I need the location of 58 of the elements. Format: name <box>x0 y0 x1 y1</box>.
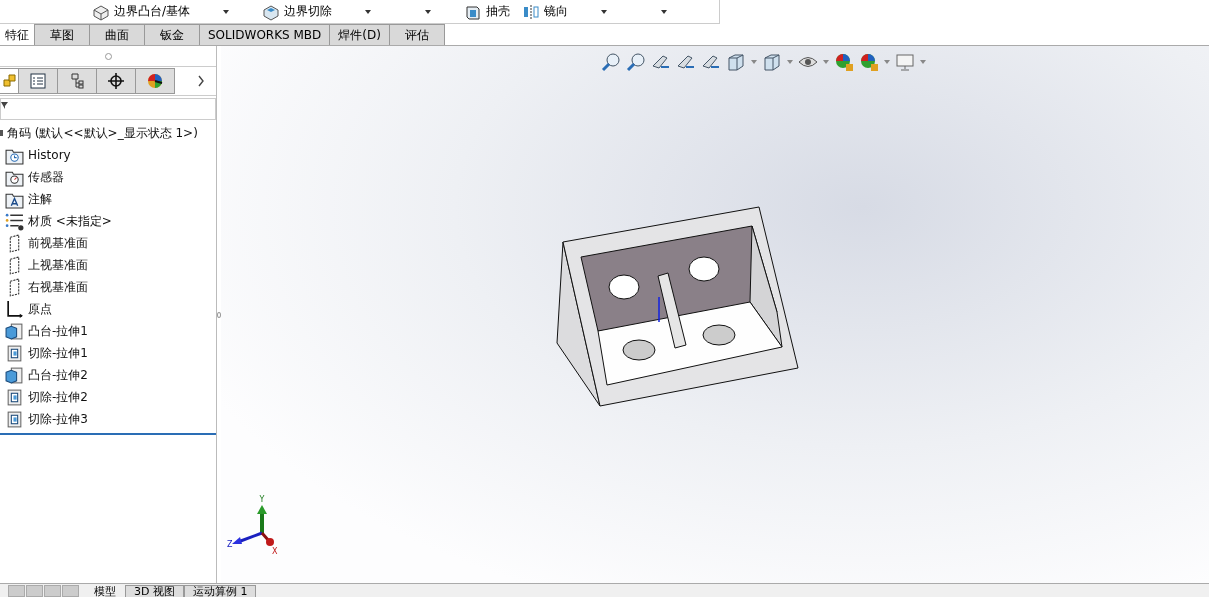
model-view-tab[interactable]: 运动算例 1 <box>183 585 257 597</box>
tree-item[interactable]: 原点 <box>28 300 52 318</box>
tree-item[interactable]: 材质 <未指定> <box>28 212 112 230</box>
edit-appearance-icon[interactable] <box>834 52 854 72</box>
command-button[interactable]: 抽壳 <box>460 2 515 21</box>
apply-scene-icon[interactable] <box>859 52 879 72</box>
configuration-icon <box>68 72 86 90</box>
ribbon-tab[interactable]: SOLIDWORKS MBD <box>199 24 331 45</box>
tree-item[interactable]: 传感器 <box>28 168 64 186</box>
cubes-icon <box>0 72 18 90</box>
extrude-cut-icon <box>5 343 24 363</box>
origin-axes-icon <box>5 299 24 319</box>
crosshair-icon <box>107 72 125 90</box>
tree-item[interactable]: 前视基准面 <box>28 234 88 252</box>
display-style-icon[interactable] <box>762 52 782 72</box>
color-ball-icon <box>146 72 164 90</box>
tree-item[interactable]: 凸台-拉伸2 <box>28 366 88 384</box>
model-view-tab[interactable]: 3D 视图 <box>125 585 184 597</box>
tree-item[interactable]: 切除-拉伸1 <box>28 344 88 362</box>
tree-item[interactable]: 上视基准面 <box>28 256 88 274</box>
ribbon-tab[interactable]: 钣金 <box>144 24 200 45</box>
dropdown-caret-icon[interactable] <box>424 8 433 15</box>
extrude-cut-icon <box>5 409 24 429</box>
ribbon-tab[interactable]: 评估 <box>388 24 445 45</box>
graphics-area[interactable]: Y Z X <box>221 46 1209 583</box>
dropdown-caret-icon[interactable] <box>600 8 609 15</box>
tree-item[interactable]: 右视基准面 <box>28 278 88 296</box>
coordinate-triad-drawing <box>232 505 274 546</box>
z-axis-label: Z <box>227 540 233 549</box>
tree-item[interactable]: History <box>28 148 71 162</box>
dropdown-caret-icon[interactable] <box>660 8 669 15</box>
funnel-icon <box>1 101 9 109</box>
chevron-right-icon[interactable] <box>197 75 205 87</box>
extrude-cut-icon <box>5 387 24 407</box>
zoom-to-fit-icon[interactable] <box>601 52 621 72</box>
tree-item[interactable]: 切除-拉伸2 <box>28 388 88 406</box>
x-axis-label: X <box>272 547 278 555</box>
list-icon <box>29 72 47 90</box>
filter-field[interactable] <box>0 98 216 120</box>
panel-tab[interactable] <box>96 68 136 94</box>
tree-item[interactable]: 凸台-拉伸1 <box>28 322 88 340</box>
tree-item[interactable]: 切除-拉伸3 <box>28 410 88 428</box>
command-button[interactable]: 边界凸台/基体 <box>88 2 195 21</box>
ribbon-tab[interactable]: 曲面 <box>89 24 145 45</box>
y-axis-label: Y <box>259 495 265 504</box>
extrude-boss-icon <box>5 365 24 385</box>
extrude-boss-icon <box>5 321 24 341</box>
material-list-icon <box>5 211 24 231</box>
command-button[interactable]: 边界切除 <box>258 2 337 21</box>
dropdown-caret-icon[interactable] <box>222 8 231 15</box>
ribbon-tab[interactable]: 焊件(D) <box>329 24 390 45</box>
view-orientation-icon[interactable] <box>726 52 746 72</box>
command-button[interactable]: 镜向 <box>518 2 573 21</box>
ribbon-tab[interactable]: 草图 <box>34 24 90 45</box>
dropdown-caret-icon[interactable] <box>364 8 373 15</box>
zoom-area-icon[interactable] <box>626 52 646 72</box>
part-name[interactable]: 角码 (默认<<默认>_显示状态 1>) <box>7 124 198 142</box>
tree-item[interactable]: 注解 <box>28 190 52 208</box>
